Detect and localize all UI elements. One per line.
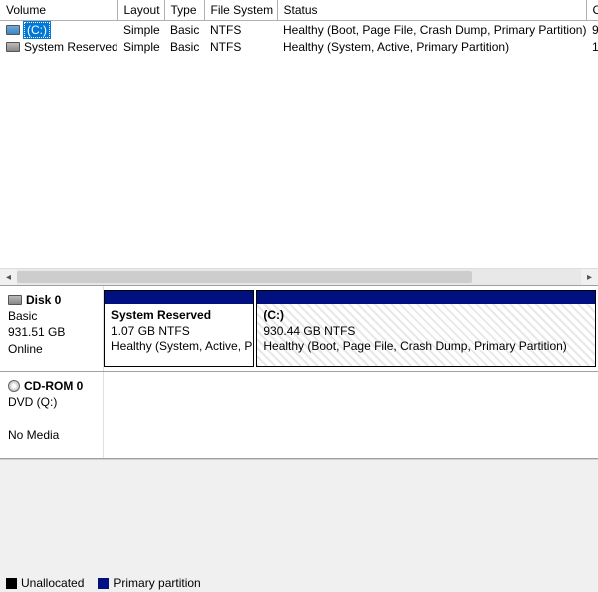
legend: Unallocated Primary partition — [0, 574, 598, 592]
legend-label-unallocated: Unallocated — [21, 576, 84, 590]
partition-size: 1.07 GB NTFS — [111, 324, 247, 340]
cell-filesystem: NTFS — [204, 20, 277, 39]
disk-info-line: 931.51 GB — [8, 324, 95, 340]
scroll-right-button[interactable]: ▸ — [581, 269, 598, 285]
scroll-left-button[interactable]: ◂ — [0, 269, 17, 285]
empty-area — [0, 459, 598, 574]
disk-title: Disk 0 — [26, 292, 61, 308]
col-status[interactable]: Status — [277, 0, 586, 20]
scroll-track[interactable] — [17, 269, 581, 285]
partition-stripe — [257, 291, 595, 304]
disk-icon — [8, 295, 22, 305]
col-volume[interactable]: Volume — [0, 0, 117, 20]
partition[interactable]: System Reserved1.07 GB NTFSHealthy (Syst… — [104, 290, 254, 367]
disk-header[interactable]: CD-ROM 0DVD (Q:) No Media — [0, 372, 104, 458]
col-capacity[interactable]: C — [586, 0, 598, 20]
disk-body: System Reserved1.07 GB NTFSHealthy (Syst… — [104, 286, 598, 371]
cd-icon — [8, 380, 20, 392]
cell-filesystem: NTFS — [204, 39, 277, 55]
drive-icon — [6, 25, 20, 35]
partition-title: (C:) — [263, 308, 589, 324]
col-filesystem[interactable]: File System — [204, 0, 277, 20]
cell-status: Healthy (Boot, Page File, Crash Dump, Pr… — [277, 20, 586, 39]
partition-size: 930.44 GB NTFS — [263, 324, 589, 340]
disk-management-panel: Volume Layout Type File System Status C … — [0, 0, 598, 592]
cell-type: Basic — [164, 20, 204, 39]
legend-swatch-unallocated — [6, 578, 17, 589]
cell-capacity: 93 — [586, 20, 598, 39]
disk-row-disk0[interactable]: Disk 0Basic931.51 GBOnlineSystem Reserve… — [0, 286, 598, 372]
partition-content: System Reserved1.07 GB NTFSHealthy (Syst… — [105, 304, 253, 366]
legend-label-primary: Primary partition — [113, 576, 200, 590]
cell-status: Healthy (System, Active, Primary Partiti… — [277, 39, 586, 55]
volume-row[interactable]: (C:) SimpleBasicNTFSHealthy (Boot, Page F… — [0, 20, 598, 39]
disk-header[interactable]: Disk 0Basic931.51 GBOnline — [0, 286, 104, 371]
disk-info-line: Online — [8, 341, 95, 357]
cell-layout: Simple — [117, 20, 164, 39]
disk-row-cdrom0[interactable]: CD-ROM 0DVD (Q:) No Media — [0, 372, 598, 458]
cell-layout: Simple — [117, 39, 164, 55]
volume-name: (C:) — [24, 22, 50, 38]
volume-row[interactable]: System ReservedSimpleBasicNTFSHealthy (S… — [0, 39, 598, 55]
cell-capacity: 1. — [586, 39, 598, 55]
column-header-row[interactable]: Volume Layout Type File System Status C — [0, 0, 598, 20]
partition-title: System Reserved — [111, 308, 247, 324]
cell-type: Basic — [164, 39, 204, 55]
disk-graphical-pane[interactable]: Disk 0Basic931.51 GBOnlineSystem Reserve… — [0, 285, 598, 459]
disk-info-line: No Media — [8, 427, 95, 443]
partition-content: (C:)930.44 GB NTFSHealthy (Boot, Page Fi… — [257, 304, 595, 366]
partition-stripe — [105, 291, 253, 304]
disk-info-line: Basic — [8, 308, 95, 324]
partition-status: Healthy (System, Active, Primary Partiti… — [111, 339, 247, 355]
drive-icon — [6, 42, 20, 52]
volume-hscrollbar[interactable]: ◂ ▸ — [0, 268, 598, 285]
disk-body — [104, 372, 598, 458]
col-type[interactable]: Type — [164, 0, 204, 20]
legend-swatch-primary — [98, 578, 109, 589]
volume-list[interactable]: Volume Layout Type File System Status C … — [0, 0, 598, 268]
partition[interactable]: (C:)930.44 GB NTFSHealthy (Boot, Page Fi… — [256, 290, 596, 367]
disk-info-line: DVD (Q:) — [8, 394, 95, 410]
col-layout[interactable]: Layout — [117, 0, 164, 20]
disk-title: CD-ROM 0 — [24, 378, 83, 394]
partition-status: Healthy (Boot, Page File, Crash Dump, Pr… — [263, 339, 589, 355]
scroll-thumb[interactable] — [17, 271, 472, 283]
volume-name: System Reserved — [24, 40, 117, 54]
